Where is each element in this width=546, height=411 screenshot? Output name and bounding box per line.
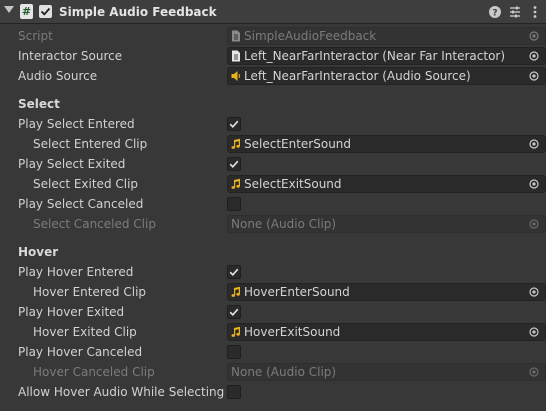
hover-canceled-clip-label: Hover Canceled Clip: [33, 365, 155, 379]
foldout-arrow-icon[interactable]: [4, 6, 14, 13]
more-options-icon[interactable]: [528, 5, 542, 19]
object-picker-icon[interactable]: [529, 51, 539, 61]
object-picker-icon[interactable]: [529, 179, 539, 189]
play-select-exited-row: Play Select Exited: [0, 154, 546, 174]
hover-exited-clip-row: Hover Exited Clip HoverExitSound: [0, 322, 546, 342]
play-hover-entered-checkbox[interactable]: [227, 265, 241, 279]
allow-hover-while-selecting-label: Allow Hover Audio While Selecting: [18, 385, 225, 399]
select-entered-clip-value: SelectEnterSound: [244, 137, 352, 151]
play-select-canceled-label: Play Select Canceled: [18, 197, 144, 211]
script-icon: #: [20, 4, 33, 19]
audio-source-label: Audio Source: [18, 69, 98, 83]
audio-clip-icon: [231, 138, 240, 149]
speaker-icon: [231, 71, 241, 81]
checkmark-icon: [229, 120, 239, 128]
allow-hover-while-selecting-checkbox[interactable]: [227, 385, 241, 399]
play-select-canceled-checkbox[interactable]: [227, 197, 241, 211]
play-select-exited-label: Play Select Exited: [18, 157, 126, 171]
select-canceled-clip-row: Select Canceled Clip None (Audio Clip): [0, 214, 546, 234]
play-hover-canceled-label: Play Hover Canceled: [18, 345, 143, 359]
select-canceled-clip-label: Select Canceled Clip: [33, 217, 156, 231]
audio-source-field[interactable]: Left_NearFarInteractor (Audio Source): [227, 67, 546, 85]
select-canceled-clip-field: None (Audio Clip): [227, 215, 546, 233]
checkmark-icon: [229, 268, 239, 276]
select-section-heading: Select: [18, 97, 60, 111]
play-select-canceled-row: Play Select Canceled: [0, 194, 546, 214]
svg-text:?: ?: [492, 9, 497, 19]
play-hover-canceled-row: Play Hover Canceled: [0, 342, 546, 362]
script-file-icon: [232, 50, 240, 62]
component-title: Simple Audio Feedback: [59, 5, 217, 19]
play-select-exited-checkbox[interactable]: [227, 157, 241, 171]
select-exited-clip-row: Select Exited Clip SelectExitSound: [0, 174, 546, 194]
audio-source-value: Left_NearFarInteractor (Audio Source): [244, 69, 471, 83]
select-entered-clip-label: Select Entered Clip: [33, 137, 148, 151]
select-exited-clip-value: SelectExitSound: [244, 177, 342, 191]
script-file-icon: [232, 30, 240, 42]
select-entered-clip-field[interactable]: SelectEnterSound: [227, 135, 546, 153]
object-picker-icon[interactable]: [529, 71, 539, 81]
interactor-source-field[interactable]: Left_NearFarInteractor (Near Far Interac…: [227, 47, 546, 65]
settings-sliders-icon[interactable]: [508, 5, 522, 19]
interactor-source-label: Interactor Source: [18, 49, 123, 63]
hover-section-heading: Hover: [18, 245, 59, 259]
hover-entered-clip-label: Hover Entered Clip: [33, 285, 147, 299]
interactor-source-row: Interactor Source Left_NearFarInteractor…: [0, 46, 546, 66]
checkmark-icon: [229, 160, 239, 168]
audio-clip-icon: [231, 178, 240, 189]
play-select-entered-row: Play Select Entered: [0, 114, 546, 134]
select-entered-clip-row: Select Entered Clip SelectEnterSound: [0, 134, 546, 154]
interactor-source-value: Left_NearFarInteractor (Near Far Interac…: [244, 49, 506, 63]
component-enabled-checkbox[interactable]: [39, 5, 52, 18]
object-picker-icon: [529, 31, 539, 41]
hover-canceled-clip-field: None (Audio Clip): [227, 363, 546, 381]
audio-clip-icon: [231, 286, 240, 297]
play-hover-exited-checkbox[interactable]: [227, 305, 241, 319]
hover-exited-clip-label: Hover Exited Clip: [33, 325, 137, 339]
allow-hover-while-selecting-row: Allow Hover Audio While Selecting: [0, 382, 546, 402]
select-exited-clip-field[interactable]: SelectExitSound: [227, 175, 546, 193]
object-picker-icon[interactable]: [529, 327, 539, 337]
audio-source-row: Audio Source Left_NearFarInteractor (Aud…: [0, 66, 546, 86]
select-canceled-clip-value: None (Audio Clip): [231, 217, 337, 231]
play-hover-exited-label: Play Hover Exited: [18, 305, 125, 319]
hover-entered-clip-value: HoverEnterSound: [244, 285, 350, 299]
play-select-entered-checkbox[interactable]: [227, 117, 241, 131]
hover-exited-clip-value: HoverExitSound: [244, 325, 341, 339]
object-picker-icon: [529, 219, 539, 229]
help-icon[interactable]: ?: [488, 5, 502, 19]
object-picker-icon: [529, 367, 539, 377]
component-header: # Simple Audio Feedback ?: [0, 0, 546, 24]
object-picker-icon[interactable]: [529, 139, 539, 149]
hover-canceled-clip-row: Hover Canceled Clip None (Audio Clip): [0, 362, 546, 382]
play-select-entered-label: Play Select Entered: [18, 117, 135, 131]
play-hover-exited-row: Play Hover Exited: [0, 302, 546, 322]
object-picker-icon[interactable]: [529, 287, 539, 297]
script-value: SimpleAudioFeedback: [244, 29, 377, 43]
play-hover-canceled-checkbox[interactable]: [227, 345, 241, 359]
hover-canceled-clip-value: None (Audio Clip): [231, 365, 337, 379]
hover-entered-clip-field[interactable]: HoverEnterSound: [227, 283, 546, 301]
script-label: Script: [18, 29, 53, 43]
script-row: Script SimpleAudioFeedback: [0, 26, 546, 46]
hover-entered-clip-row: Hover Entered Clip HoverEnterSound: [0, 282, 546, 302]
play-hover-entered-row: Play Hover Entered: [0, 262, 546, 282]
checkmark-icon: [229, 308, 239, 316]
audio-clip-icon: [231, 326, 240, 337]
select-exited-clip-label: Select Exited Clip: [33, 177, 139, 191]
play-hover-entered-label: Play Hover Entered: [18, 265, 134, 279]
hover-exited-clip-field[interactable]: HoverExitSound: [227, 323, 546, 341]
script-field: SimpleAudioFeedback: [227, 27, 546, 45]
